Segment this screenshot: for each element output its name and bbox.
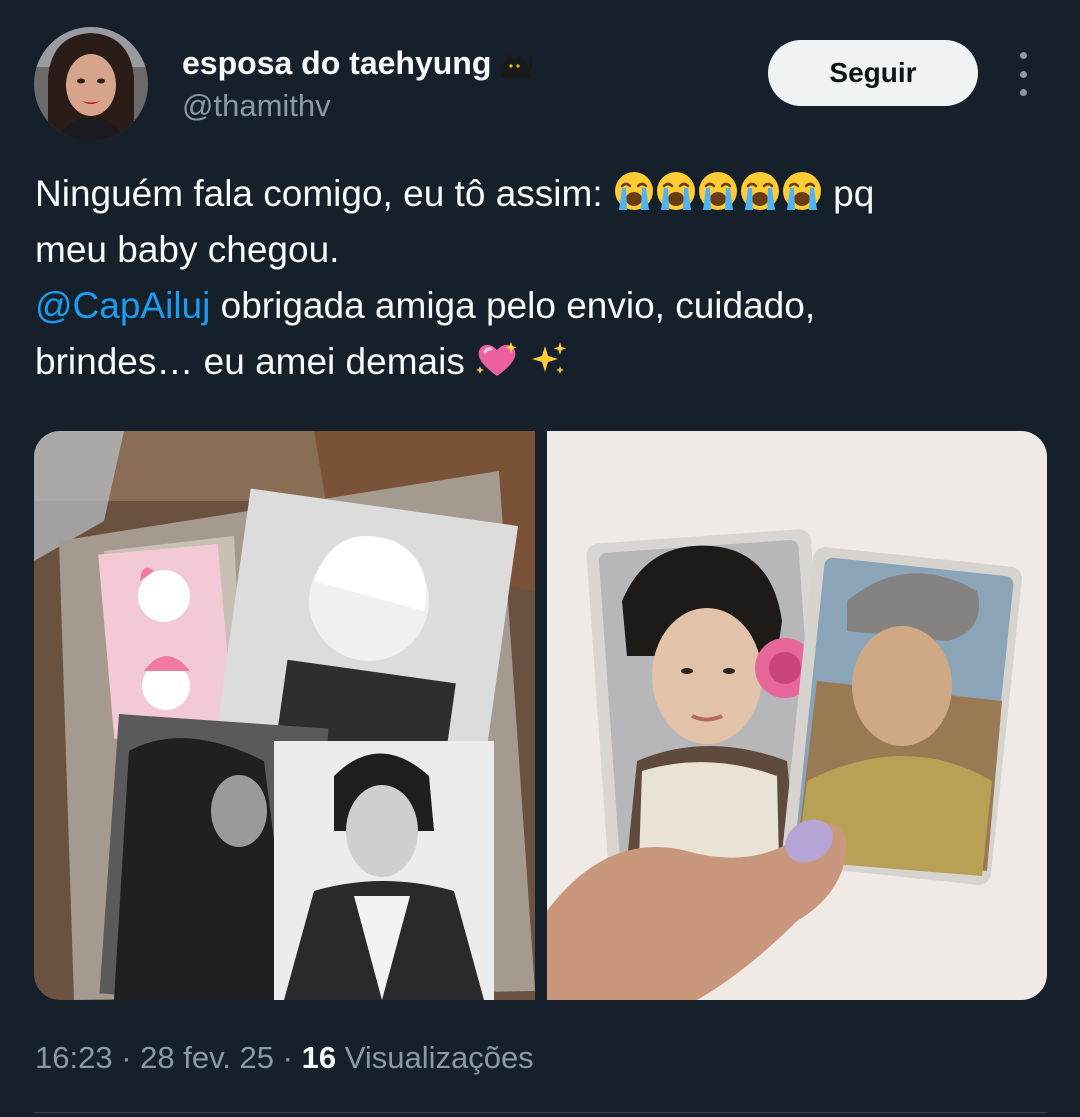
display-name[interactable]: esposa do taehyung: [182, 45, 534, 82]
divider: [34, 1112, 1047, 1113]
tweet-time[interactable]: 16:23: [35, 1040, 113, 1075]
tweet-text-segment: Ninguém fala comigo, eu tô assim:: [35, 173, 603, 214]
separator-dot: ·: [121, 1040, 132, 1075]
photocards-on-cardboard-image: [34, 431, 535, 1000]
black-cat-icon: [497, 49, 534, 79]
photocards-in-hand-image: [547, 431, 1047, 1000]
user-handle[interactable]: @thamithv: [182, 88, 331, 124]
tweet-text-segment: brindes… eu amei demais: [35, 341, 465, 382]
more-options-icon[interactable]: [1008, 52, 1038, 96]
media-grid: [34, 431, 1047, 1000]
loudly-crying-face-icon: [739, 170, 781, 212]
tweet-text-segment: pq: [833, 173, 875, 214]
photo-1[interactable]: [34, 431, 535, 1000]
display-name-text: esposa do taehyung: [182, 45, 492, 81]
follow-button[interactable]: Seguir: [768, 40, 978, 106]
tweet-line-4: brindes… eu amei demais: [35, 334, 1045, 390]
separator-dot: ·: [282, 1040, 293, 1075]
sparkling-heart-icon: [475, 340, 519, 380]
loudly-crying-face-icon: [697, 170, 739, 212]
tweet-meta: 16:23 · 28 fev. 25 · 16 Visualizações: [35, 1040, 534, 1076]
loudly-crying-face-icon: [613, 170, 655, 212]
tweet-text-segment: obrigada amiga pelo envio, cuidado,: [220, 285, 816, 326]
more-dot: [1019, 52, 1027, 59]
sparkles-icon: [529, 340, 569, 380]
loudly-crying-face-icon: [781, 170, 823, 212]
crying-emoji-group: [613, 170, 823, 214]
views-count: 16: [301, 1040, 337, 1075]
loudly-crying-face-icon: [655, 170, 697, 212]
tweet-date[interactable]: 28 fev. 25: [140, 1040, 274, 1075]
tweet-line-2: meu baby chegou.: [35, 229, 340, 270]
tweet: esposa do taehyung @thamithv Seguir Ning…: [0, 0, 1080, 1117]
mention-link[interactable]: @CapAiluj: [35, 285, 210, 326]
tweet-line-1: Ninguém fala comigo, eu tô assim: pq: [35, 166, 1045, 222]
more-dot: [1019, 89, 1027, 96]
tweet-text: Ninguém fala comigo, eu tô assim: pq meu…: [35, 166, 1045, 390]
avatar[interactable]: [34, 27, 148, 141]
views-label: Visualizações: [344, 1040, 534, 1075]
photo-2[interactable]: [547, 431, 1047, 1000]
avatar-image: [34, 27, 148, 141]
tweet-line-3: @CapAiluj obrigada amiga pelo envio, cui…: [35, 278, 1045, 334]
more-dot: [1019, 70, 1027, 78]
